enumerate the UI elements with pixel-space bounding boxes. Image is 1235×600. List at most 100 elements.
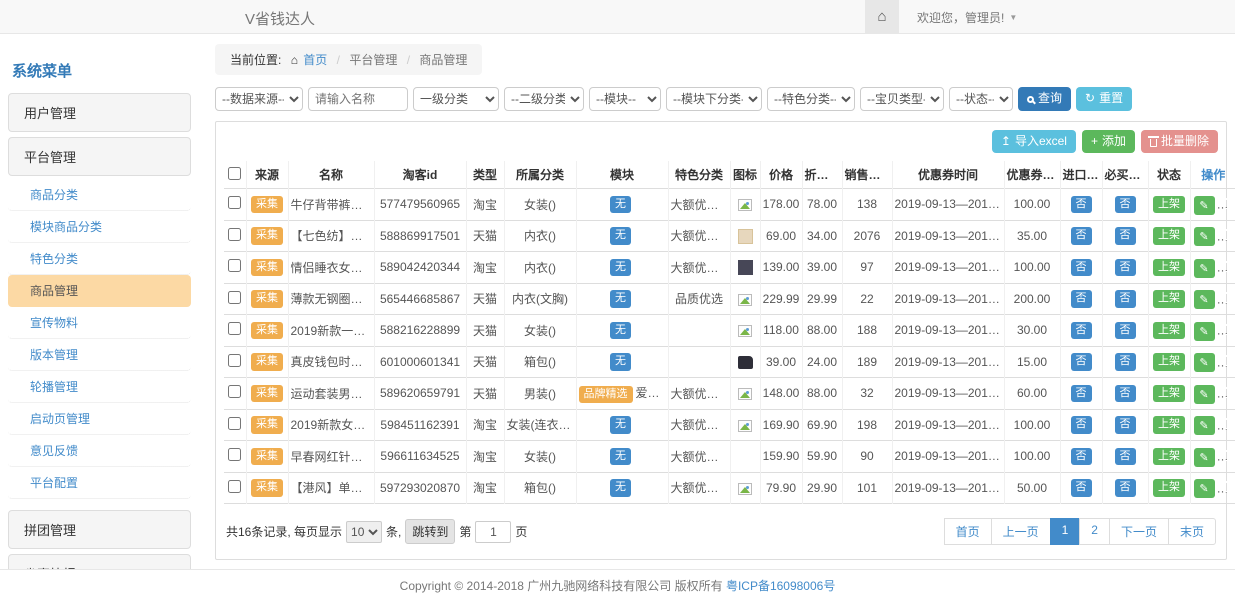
select-all-checkbox[interactable]: [228, 167, 241, 180]
import-select-cell: 否: [1060, 346, 1102, 378]
row-checkbox[interactable]: [228, 228, 241, 241]
sidebar-subitem[interactable]: 版本管理: [8, 339, 191, 371]
sidebar-item[interactable]: 拼团管理: [8, 510, 191, 549]
row-checkbox[interactable]: [228, 354, 241, 367]
sidebar-subitem[interactable]: 平台配置: [8, 467, 191, 499]
row-checkbox[interactable]: [228, 196, 241, 209]
page-size-select[interactable]: 10: [346, 521, 382, 543]
edit-button[interactable]: ✎: [1194, 259, 1215, 278]
operations-cell: ✎: [1190, 220, 1235, 252]
row-checkbox[interactable]: [228, 480, 241, 493]
sidebar-subitem[interactable]: 特色分类: [8, 243, 191, 275]
sidebar-item-user-management[interactable]: 用户管理: [8, 93, 191, 132]
status-badge[interactable]: 上架: [1153, 353, 1185, 370]
must-buy-badge[interactable]: 否: [1115, 479, 1136, 496]
must-buy-badge[interactable]: 否: [1115, 259, 1136, 276]
search-button[interactable]: 查询: [1018, 87, 1071, 110]
sidebar-subitem[interactable]: 模块商品分类: [8, 211, 191, 243]
must-buy-badge[interactable]: 否: [1115, 290, 1136, 307]
home-button[interactable]: ⌂: [865, 0, 899, 33]
sidebar-subitem[interactable]: 商品管理: [8, 275, 191, 307]
sidebar-subitem[interactable]: 轮播管理: [8, 371, 191, 403]
breadcrumb-home-link[interactable]: 首页: [303, 53, 327, 67]
must-buy-badge[interactable]: 否: [1115, 385, 1136, 402]
reset-button[interactable]: ↻ 重置: [1076, 87, 1132, 110]
sidebar-title: 系统菜单: [8, 52, 191, 93]
edit-button[interactable]: ✎: [1194, 290, 1215, 309]
filter-source-select[interactable]: --数据来源--: [215, 87, 303, 111]
import-select-badge[interactable]: 否: [1071, 448, 1092, 465]
filter-special-select[interactable]: --特色分类--: [767, 87, 855, 111]
sidebar-subitem[interactable]: 启动页管理: [8, 403, 191, 435]
name-search-input[interactable]: [308, 87, 408, 111]
sidebar-item-platform-management[interactable]: 平台管理: [8, 137, 191, 176]
must-buy-badge[interactable]: 否: [1115, 416, 1136, 433]
must-buy-badge[interactable]: 否: [1115, 227, 1136, 244]
import-select-badge[interactable]: 否: [1071, 227, 1092, 244]
must-buy-badge[interactable]: 否: [1115, 196, 1136, 213]
import-select-badge[interactable]: 否: [1071, 353, 1092, 370]
sidebar-subitem[interactable]: 意见反馈: [8, 435, 191, 467]
pager-button[interactable]: 上一页: [991, 518, 1051, 545]
pager-button[interactable]: 1: [1050, 518, 1081, 545]
row-checkbox[interactable]: [228, 291, 241, 304]
must-buy-badge[interactable]: 否: [1115, 353, 1136, 370]
filter-module-select[interactable]: --模块--: [589, 87, 661, 111]
edit-button[interactable]: ✎: [1194, 385, 1215, 404]
row-checkbox[interactable]: [228, 448, 241, 461]
edit-button[interactable]: ✎: [1194, 227, 1215, 246]
import-select-badge[interactable]: 否: [1071, 290, 1092, 307]
pager-button[interactable]: 首页: [944, 518, 992, 545]
row-checkbox[interactable]: [228, 322, 241, 335]
page-number-input[interactable]: [475, 521, 511, 543]
edit-icon: ✎: [1199, 356, 1208, 369]
sidebar-subitem[interactable]: 宣传物料: [8, 307, 191, 339]
filter-category2-select[interactable]: --二级分类--: [504, 87, 584, 111]
must-buy-badge[interactable]: 否: [1115, 322, 1136, 339]
row-checkbox[interactable]: [228, 417, 241, 430]
pager-button[interactable]: 末页: [1168, 518, 1216, 545]
pager-button[interactable]: 下一页: [1109, 518, 1169, 545]
edit-button[interactable]: ✎: [1194, 416, 1215, 435]
status-badge[interactable]: 上架: [1153, 290, 1185, 307]
add-button[interactable]: + 添加: [1082, 130, 1135, 153]
edit-button[interactable]: ✎: [1194, 353, 1215, 372]
import-select-badge[interactable]: 否: [1071, 479, 1092, 496]
status-badge[interactable]: 上架: [1153, 385, 1185, 402]
edit-button[interactable]: ✎: [1194, 322, 1215, 341]
sidebar-item[interactable]: 省惠快报: [8, 554, 191, 569]
search-button-label: 查询: [1038, 92, 1062, 105]
row-checkbox[interactable]: [228, 259, 241, 272]
import-select-badge[interactable]: 否: [1071, 322, 1092, 339]
status-badge[interactable]: 上架: [1153, 196, 1185, 213]
must-buy-badge[interactable]: 否: [1115, 448, 1136, 465]
import-select-badge[interactable]: 否: [1071, 196, 1092, 213]
import-select-badge[interactable]: 否: [1071, 416, 1092, 433]
filter-item-type-select[interactable]: --宝贝类型--: [860, 87, 944, 111]
status-badge[interactable]: 上架: [1153, 227, 1185, 244]
filter-category1-select[interactable]: 一级分类: [413, 87, 499, 111]
filter-status-select[interactable]: --状态--: [949, 87, 1013, 111]
icp-link[interactable]: 粤ICP备16098006号: [726, 577, 835, 594]
import-excel-button[interactable]: ↥ 导入excel: [992, 130, 1076, 153]
status-badge[interactable]: 上架: [1153, 416, 1185, 433]
row-checkbox[interactable]: [228, 385, 241, 398]
status-badge[interactable]: 上架: [1153, 259, 1185, 276]
status-badge[interactable]: 上架: [1153, 322, 1185, 339]
edit-button[interactable]: ✎: [1194, 448, 1215, 467]
coupon-amount-cell: 200.00: [1004, 283, 1060, 315]
bulk-delete-button[interactable]: 批量删除: [1141, 130, 1218, 153]
sidebar-subitem[interactable]: 商品分类: [8, 179, 191, 211]
filter-module-sub-select[interactable]: --模块下分类--: [666, 87, 762, 111]
import-select-badge[interactable]: 否: [1071, 259, 1092, 276]
import-select-badge[interactable]: 否: [1071, 385, 1092, 402]
status-badge[interactable]: 上架: [1153, 479, 1185, 496]
edit-button[interactable]: ✎: [1194, 196, 1215, 215]
pager-button[interactable]: 2: [1079, 518, 1110, 545]
status-badge[interactable]: 上架: [1153, 448, 1185, 465]
breadcrumb-platform: 平台管理: [349, 53, 397, 67]
type-cell: 淘宝: [466, 189, 504, 221]
edit-button[interactable]: ✎: [1194, 479, 1215, 498]
jump-button[interactable]: 跳转到: [405, 519, 455, 544]
user-menu[interactable]: 欢迎您，管理员! ▼: [899, 0, 1017, 34]
